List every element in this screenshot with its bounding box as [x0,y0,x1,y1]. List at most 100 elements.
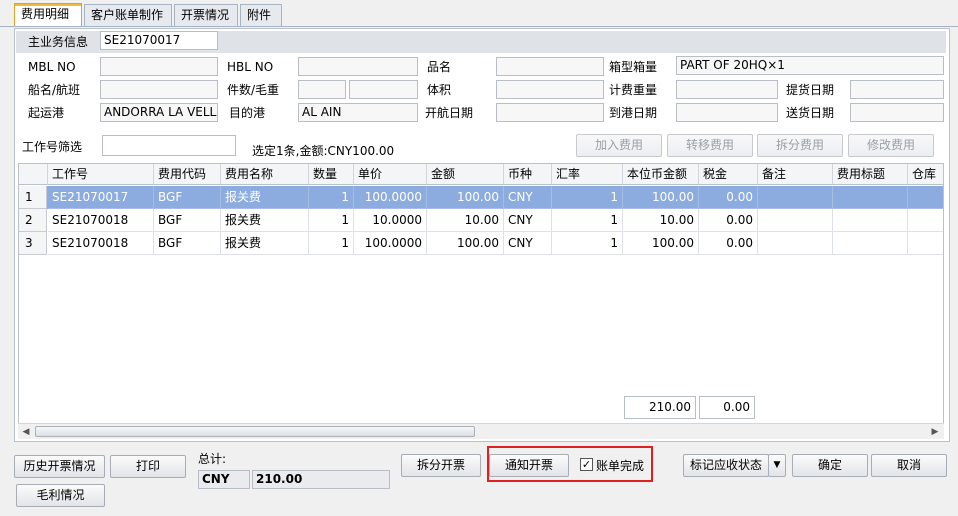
col-header-amount[interactable]: 金额 [427,164,504,185]
container-field[interactable]: PART OF 20HQ×1 [676,56,944,75]
cell-warehouse[interactable] [908,232,943,255]
col-header-currency[interactable]: 币种 [504,164,552,185]
fee-grid: 工作号 费用代码 费用名称 数量 单价 金额 币种 汇率 本位币金额 税金 备注… [18,163,944,425]
cell-quantity[interactable]: 1 [309,209,354,232]
cell-job-no[interactable]: SE21070018 [48,209,154,232]
cell-tax[interactable]: 0.00 [699,209,758,232]
cell-warehouse[interactable] [908,209,943,232]
cell-base-amount[interactable]: 100.00 [623,186,699,209]
delivery-date-field[interactable] [850,103,944,122]
cell-currency[interactable]: CNY [504,232,552,255]
col-header-unit-price[interactable]: 单价 [354,164,427,185]
col-header-tax[interactable]: 税金 [699,164,758,185]
cell-amount[interactable]: 100.00 [427,186,504,209]
cell-tax[interactable]: 0.00 [699,186,758,209]
cell-fee-code[interactable]: BGF [154,209,221,232]
scroll-right-icon[interactable]: ▶ [928,425,942,439]
cell-unit-price[interactable]: 10.0000 [354,209,427,232]
cell-unit-price[interactable]: 100.0000 [354,186,427,209]
invoice-history-button[interactable]: 历史开票情况 [14,455,105,478]
cell-fee-code[interactable]: BGF [154,186,221,209]
cell-fee-title[interactable] [833,232,908,255]
volume-field[interactable] [496,80,604,99]
cancel-button[interactable]: 取消 [871,454,947,477]
split-fee-button[interactable]: 拆分费用 [757,134,843,157]
col-header-warehouse[interactable]: 仓库 [908,164,943,185]
cell-currency[interactable]: CNY [504,186,552,209]
edit-fee-button[interactable]: 修改费用 [848,134,934,157]
cell-currency[interactable]: CNY [504,209,552,232]
add-fee-button[interactable]: 加入费用 [576,134,662,157]
tab-attachments[interactable]: 附件 [240,4,282,26]
col-header-job-no[interactable]: 工作号 [48,164,154,185]
cell-job-no[interactable]: SE21070018 [48,232,154,255]
cell-rate[interactable]: 1 [552,232,623,255]
cell-remark[interactable] [758,186,833,209]
confirm-button[interactable]: 确定 [792,454,868,477]
table-row[interactable]: 2 SE21070018 BGF 报关费 1 10.0000 10.00 CNY… [19,209,943,232]
cell-fee-title[interactable] [833,186,908,209]
col-header-fee-title[interactable]: 费用标题 [833,164,908,185]
gross-profit-button[interactable]: 毛利情况 [16,484,105,507]
col-header-base-amount[interactable]: 本位币金额 [623,164,699,185]
cell-amount[interactable]: 10.00 [427,209,504,232]
pol-field[interactable]: ANDORRA LA VELLA [100,103,218,122]
cell-fee-name[interactable]: 报关费 [221,186,309,209]
etd-field[interactable] [496,103,604,122]
scroll-left-icon[interactable]: ◀ [19,425,33,439]
product-label: 品名 [427,60,452,74]
col-header-fee-code[interactable]: 费用代码 [154,164,221,185]
tab-customer-bill[interactable]: 客户账单制作 [84,4,172,26]
mark-receivable-status-button[interactable]: 标记应收状态 [683,454,769,477]
cell-amount[interactable]: 100.00 [427,232,504,255]
cell-quantity[interactable]: 1 [309,186,354,209]
col-header-remark[interactable]: 备注 [758,164,833,185]
chargeable-weight-field[interactable] [676,80,778,99]
total-tax: 0.00 [699,396,755,419]
cell-job-no[interactable]: SE21070017 [48,186,154,209]
cell-fee-name[interactable]: 报关费 [221,209,309,232]
print-button[interactable]: 打印 [110,455,186,478]
table-row[interactable]: 1 SE21070017 BGF 报关费 1 100.0000 100.00 C… [19,186,943,209]
pickup-date-field[interactable] [850,80,944,99]
transfer-fee-button[interactable]: 转移费用 [667,134,753,157]
cell-fee-code[interactable]: BGF [154,232,221,255]
cell-fee-title[interactable] [833,209,908,232]
cell-tax[interactable]: 0.00 [699,232,758,255]
dropdown-arrow-icon[interactable]: ▼ [768,454,786,477]
cell-rate[interactable]: 1 [552,209,623,232]
cell-rate[interactable]: 1 [552,186,623,209]
gross-weight-field[interactable] [349,80,418,99]
hbl-field[interactable] [298,57,418,76]
tab-invoice-status[interactable]: 开票情况 [174,4,238,26]
pod-field[interactable]: AL AIN [298,103,418,122]
cell-quantity[interactable]: 1 [309,232,354,255]
job-filter-input[interactable] [102,135,236,156]
col-header-fee-name[interactable]: 费用名称 [221,164,309,185]
cell-remark[interactable] [758,209,833,232]
cell-unit-price[interactable]: 100.0000 [354,232,427,255]
cell-base-amount[interactable]: 100.00 [623,232,699,255]
col-header-rate[interactable]: 汇率 [552,164,623,185]
col-header-quantity[interactable]: 数量 [309,164,354,185]
pieces-field[interactable] [298,80,346,99]
delivery-date-label: 送货日期 [786,106,835,120]
cell-base-amount[interactable]: 10.00 [623,209,699,232]
cell-fee-name[interactable]: 报关费 [221,232,309,255]
split-invoice-button[interactable]: 拆分开票 [401,454,481,477]
cell-warehouse[interactable] [908,186,943,209]
product-field[interactable] [496,57,604,76]
vessel-field[interactable] [100,80,218,99]
mbl-field[interactable] [100,57,218,76]
pod-label: 目的港 [229,106,266,120]
job-no-field: SE21070017 [100,31,218,50]
table-row[interactable]: 3 SE21070018 BGF 报关费 1 100.0000 100.00 C… [19,232,943,255]
container-label: 箱型箱量 [609,60,658,74]
grid-horizontal-scrollbar[interactable]: ◀ ▶ [18,423,944,439]
cell-remark[interactable] [758,232,833,255]
scrollbar-thumb[interactable] [35,426,475,437]
eta-field[interactable] [676,103,778,122]
tab-fee-detail[interactable]: 费用明细 [14,3,82,27]
pol-label: 起运港 [28,106,65,120]
row-number: 1 [19,186,47,209]
